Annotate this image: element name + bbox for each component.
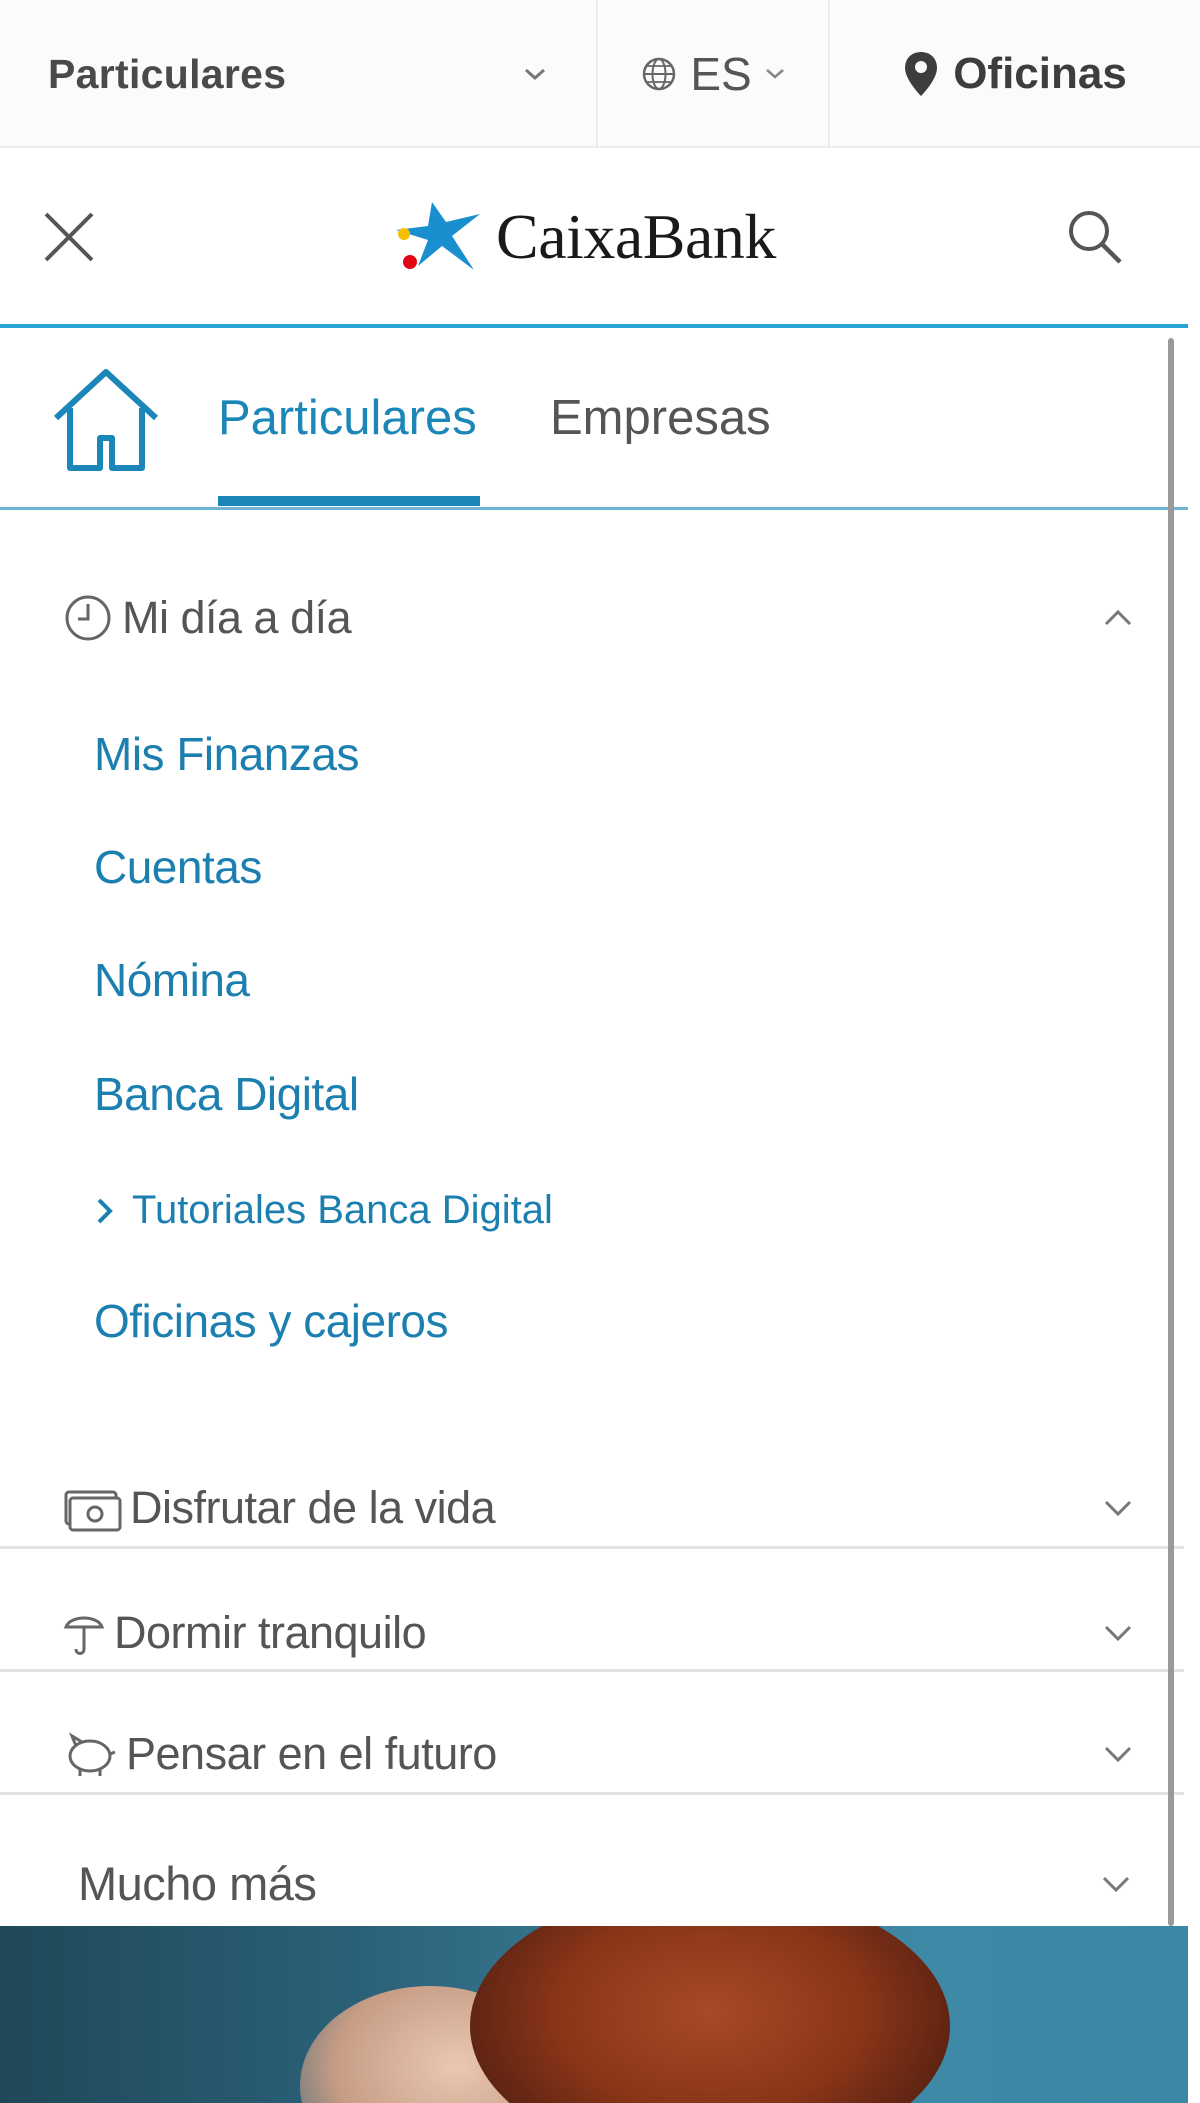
segment-tabs: Particulares Empresas <box>0 332 1188 510</box>
section-divider <box>0 1546 1184 1549</box>
piggy-bank-icon <box>68 1732 116 1776</box>
section-divider <box>0 1792 1184 1795</box>
chevron-right-icon <box>97 1198 113 1223</box>
menu-link-tutoriales[interactable]: Tutoriales Banca Digital <box>94 1188 553 1233</box>
section-divider <box>0 1669 1184 1672</box>
language-label: ES <box>690 48 752 100</box>
section-pensar-en-el-futuro[interactable]: Pensar en el futuro <box>62 1728 1174 1780</box>
section-dormir-tranquilo[interactable]: Dormir tranquilo <box>62 1607 1174 1659</box>
active-tab-indicator <box>218 496 480 506</box>
navigation-panel: Particulares Empresas Mi día a día Mis F… <box>0 332 1188 1926</box>
top-utility-bar: Particulares ES Oficinas <box>0 0 1200 148</box>
caixabank-logo[interactable]: CaixaBank <box>388 196 776 278</box>
globe-icon <box>643 57 676 91</box>
money-icon <box>64 1490 122 1532</box>
chevron-down-icon <box>525 68 545 81</box>
map-pin-icon <box>905 52 938 96</box>
star-logo-icon <box>396 202 480 270</box>
menu-link-nomina[interactable]: Nómina <box>94 953 250 1007</box>
section-label: Pensar en el futuro <box>126 1728 497 1779</box>
chevron-down-icon <box>1104 1625 1132 1642</box>
menu-link-banca-digital[interactable]: Banca Digital <box>94 1067 359 1121</box>
menu-link-oficinas-cajeros[interactable]: Oficinas y cajeros <box>94 1294 449 1348</box>
tab-empresas[interactable]: Empresas <box>550 390 771 446</box>
section-label: Dormir tranquilo <box>114 1607 427 1658</box>
tab-particulares[interactable]: Particulares <box>218 390 477 446</box>
section-label: Mi día a día <box>122 592 352 643</box>
section-label: Mucho más <box>78 1857 317 1910</box>
search-icon[interactable] <box>1062 204 1128 270</box>
offices-link[interactable]: Oficinas <box>830 0 1200 148</box>
menu-link-cuentas[interactable]: Cuentas <box>94 840 262 894</box>
hero-photo-hair <box>470 1926 950 2103</box>
hero-image <box>0 1926 1188 2103</box>
site-header: CaixaBank <box>0 148 1188 328</box>
logo-wordmark: CaixaBank <box>496 201 776 272</box>
chevron-up-icon <box>1104 609 1132 626</box>
home-icon[interactable] <box>50 364 162 474</box>
chevron-down-icon <box>1104 1500 1132 1517</box>
segment-select-label: Particulares <box>48 50 287 97</box>
section-disfrutar-de-la-vida[interactable]: Disfrutar de la vida <box>62 1482 1174 1534</box>
menu-link-label: Tutoriales Banca Digital <box>132 1188 553 1232</box>
section-mi-dia-a-dia[interactable]: Mi día a día <box>62 592 1174 644</box>
offices-label: Oficinas <box>953 49 1127 98</box>
clock-icon <box>65 595 111 641</box>
close-icon[interactable] <box>36 204 102 270</box>
menu-link-mis-finanzas[interactable]: Mis Finanzas <box>94 727 359 781</box>
segment-select[interactable]: Particulares <box>0 0 598 148</box>
section-label: Disfrutar de la vida <box>130 1482 496 1533</box>
scrollbar[interactable] <box>1168 338 1174 1926</box>
umbrella-icon <box>63 1616 105 1655</box>
language-select[interactable]: ES <box>598 0 830 148</box>
chevron-down-icon <box>765 69 784 79</box>
chevron-down-icon <box>1104 1746 1132 1763</box>
section-mucho-mas[interactable]: Mucho más <box>78 1856 1174 1911</box>
chevron-down-icon <box>1102 1876 1130 1892</box>
